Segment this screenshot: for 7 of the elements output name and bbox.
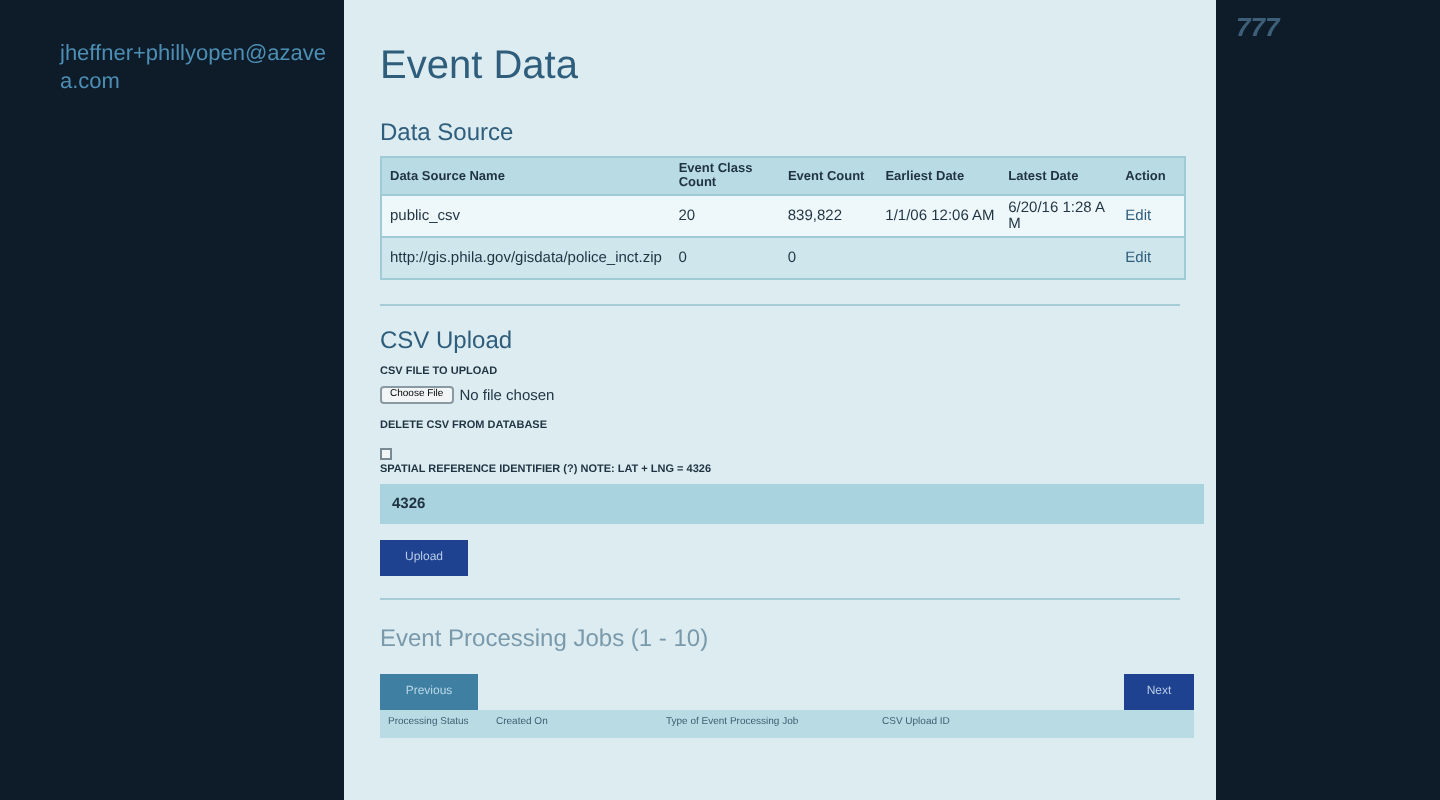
user-email: jheffner+phillyopen@azavea.com	[60, 40, 328, 96]
page-title: Event Data	[380, 42, 580, 92]
section-heading: CSV Upload	[380, 324, 515, 356]
section-heading: Data Source	[380, 116, 516, 148]
corner-text: 777	[1236, 12, 1280, 42]
delete-checkbox[interactable]	[380, 447, 392, 460]
section-heading: Event Processing Jobs (1 - 10)	[380, 622, 711, 654]
